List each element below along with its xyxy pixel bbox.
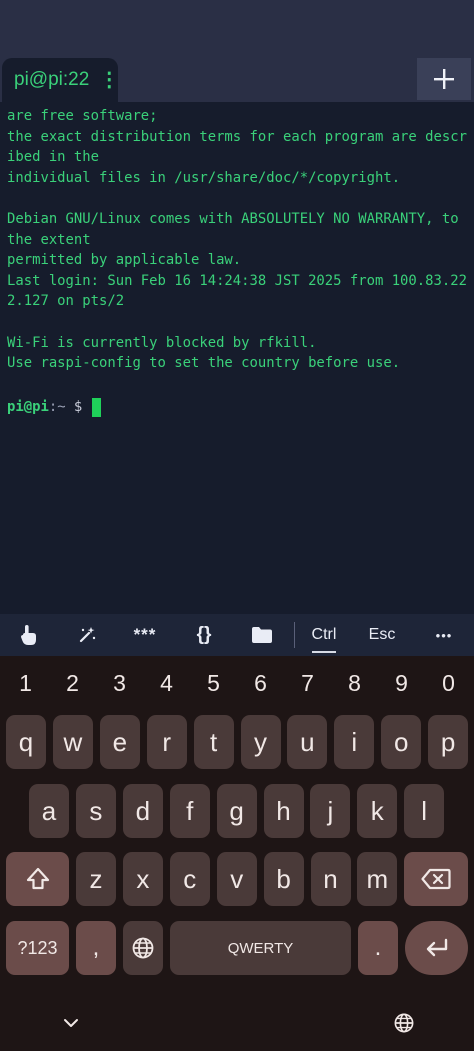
status-bar bbox=[0, 0, 474, 58]
key-c[interactable]: c bbox=[169, 852, 210, 906]
snippets-button[interactable]: {} bbox=[181, 614, 227, 656]
key-y[interactable]: y bbox=[240, 715, 281, 769]
enter-key[interactable] bbox=[405, 921, 468, 975]
number-key-3[interactable]: 3 bbox=[96, 656, 143, 710]
key-x[interactable]: x bbox=[122, 852, 163, 906]
extra-keys-divider bbox=[294, 622, 295, 648]
key-s[interactable]: s bbox=[75, 784, 116, 838]
magic-wand-icon bbox=[79, 627, 96, 643]
terminal-line: Debian GNU/Linux comes with ABSOLUTELY N… bbox=[7, 210, 459, 227]
key-z[interactable]: z bbox=[76, 852, 116, 906]
tab-title: pi@pi:22 bbox=[14, 69, 90, 90]
key-m[interactable]: m bbox=[357, 852, 398, 906]
key-v[interactable]: v bbox=[216, 852, 257, 906]
number-key-8[interactable]: 8 bbox=[331, 656, 378, 710]
key-n[interactable]: n bbox=[310, 852, 351, 906]
prompt-sign: $ bbox=[65, 399, 91, 416]
key-k[interactable]: k bbox=[357, 784, 398, 838]
key-u[interactable]: u bbox=[287, 715, 328, 769]
extra-keys-bar: *** {} Ctrl Esc ••• bbox=[0, 614, 474, 656]
number-key-0[interactable]: 0 bbox=[425, 656, 472, 710]
prompt-path: :~ bbox=[48, 399, 66, 416]
number-key-9[interactable]: 9 bbox=[378, 656, 425, 710]
backspace-key[interactable] bbox=[404, 852, 468, 906]
tab-menu-icon[interactable]: ⋮ bbox=[99, 70, 119, 90]
globe-icon bbox=[394, 1013, 414, 1033]
period-key[interactable]: . bbox=[358, 921, 398, 975]
ctrl-key[interactable]: Ctrl bbox=[300, 614, 348, 656]
plus-icon bbox=[434, 69, 454, 89]
prompt-user: pi@pi bbox=[7, 399, 49, 416]
key-j[interactable]: j bbox=[310, 784, 351, 838]
number-key-7[interactable]: 7 bbox=[284, 656, 331, 710]
backspace-icon bbox=[421, 868, 451, 890]
shift-key[interactable] bbox=[6, 852, 69, 906]
key-q[interactable]: q bbox=[6, 715, 46, 769]
key-b[interactable]: b bbox=[263, 852, 304, 906]
chevron-down-icon bbox=[64, 1019, 78, 1027]
key-l[interactable]: l bbox=[404, 784, 445, 838]
add-tab-button[interactable] bbox=[417, 58, 471, 100]
terminal-line: Use raspi-config to set the country befo… bbox=[7, 355, 401, 372]
terminal-line: Wi-Fi is currently blocked by rfkill. bbox=[7, 334, 317, 351]
enter-icon bbox=[426, 938, 447, 957]
key-p[interactable]: p bbox=[428, 715, 469, 769]
terminal-line: Last login: Sun Feb 16 14:24:38 JST 2025… bbox=[7, 272, 467, 289]
key-f[interactable]: f bbox=[169, 784, 210, 838]
terminal-output[interactable]: are free software; the exact distribution… bbox=[0, 102, 474, 614]
key-r[interactable]: r bbox=[146, 715, 187, 769]
ctrl-active-indicator bbox=[312, 651, 336, 653]
key-w[interactable]: w bbox=[52, 715, 93, 769]
key-g[interactable]: g bbox=[216, 784, 257, 838]
key-o[interactable]: o bbox=[381, 715, 422, 769]
terminal-line: permitted by applicable law. bbox=[7, 252, 242, 269]
folder-icon bbox=[252, 627, 272, 643]
terminal-line: are free software; bbox=[7, 108, 158, 124]
language-key[interactable] bbox=[123, 921, 163, 975]
switch-keyboard-button[interactable] bbox=[389, 1008, 419, 1038]
shift-icon bbox=[26, 867, 49, 890]
number-key-1[interactable]: 1 bbox=[2, 656, 49, 710]
text-cursor bbox=[91, 397, 101, 417]
key-h[interactable]: h bbox=[263, 784, 304, 838]
terminal-line: the exact distribution terms for each pr… bbox=[7, 128, 467, 145]
tab-session[interactable]: pi@pi:22 ⋮ bbox=[2, 58, 119, 102]
symbols-key[interactable]: ?123 bbox=[6, 921, 69, 975]
number-key-4[interactable]: 4 bbox=[143, 656, 190, 710]
esc-key[interactable]: Esc bbox=[358, 614, 406, 656]
number-key-2[interactable]: 2 bbox=[49, 656, 96, 710]
number-key-5[interactable]: 5 bbox=[190, 656, 237, 710]
touch-hand-icon bbox=[21, 625, 36, 645]
shell-prompt: pi@pi:~ $ bbox=[7, 396, 474, 418]
key-d[interactable]: d bbox=[122, 784, 163, 838]
terminal-line: individual files in /usr/share/doc/*/cop… bbox=[7, 169, 401, 186]
magic-button[interactable] bbox=[64, 614, 110, 656]
terminal-line: 2.127 on pts/2 bbox=[7, 293, 125, 310]
soft-keyboard: 1234567890 qwertyuiop asdfghjkl zxcvbnm … bbox=[0, 656, 474, 1051]
key-a[interactable]: a bbox=[29, 784, 69, 838]
comma-key[interactable]: , bbox=[76, 921, 116, 975]
files-button[interactable] bbox=[239, 614, 285, 656]
key-t[interactable]: t bbox=[193, 715, 234, 769]
key-i[interactable]: i bbox=[334, 715, 375, 769]
tab-bar: pi@pi:22 ⋮ bbox=[0, 58, 474, 102]
terminal-line: ibed in the bbox=[7, 149, 99, 166]
password-button[interactable]: *** bbox=[122, 614, 168, 656]
number-key-6[interactable]: 6 bbox=[237, 656, 284, 710]
space-key[interactable]: QWERTY bbox=[170, 921, 351, 975]
key-e[interactable]: e bbox=[99, 715, 140, 769]
hide-keyboard-button[interactable] bbox=[56, 1008, 86, 1038]
terminal-lines: are free software; the exact distribution… bbox=[7, 106, 474, 394]
globe-icon bbox=[132, 937, 154, 959]
terminal-line: the extent bbox=[7, 231, 91, 248]
more-button[interactable]: ••• bbox=[420, 614, 468, 656]
touch-mode-button[interactable] bbox=[6, 614, 52, 656]
